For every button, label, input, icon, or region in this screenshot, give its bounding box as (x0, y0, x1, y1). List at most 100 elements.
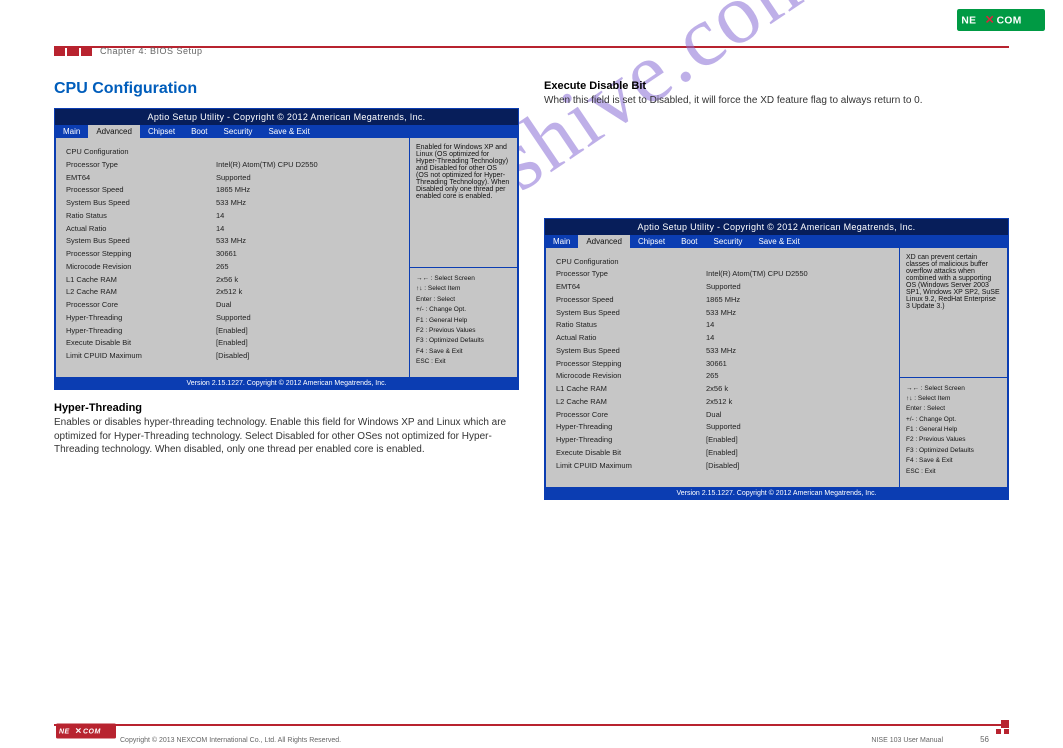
bios-body: CPU ConfigurationProcessor TypeIntel(R) … (545, 248, 1008, 488)
bios-key-hint: →← : Select Screen (416, 274, 511, 284)
bios-row-value: 533 MHz (216, 197, 246, 210)
field-name: Hyper-Threading (54, 402, 519, 414)
bios-row: Processor Speed1865 MHz (556, 294, 889, 307)
bios-row: Ratio Status14 (66, 210, 399, 223)
bios-row-value: 30661 (706, 358, 727, 371)
bios-key-hint: +/- : Change Opt. (906, 415, 1001, 425)
bios-tab-chipset[interactable]: Chipset (630, 235, 673, 248)
bios-row-key: System Bus Speed (556, 307, 706, 320)
bios-key-hint: F1 : General Help (416, 316, 511, 326)
bios-tab-boot[interactable]: Boot (673, 235, 705, 248)
page-content: CPU Configuration Aptio Setup Utility - … (54, 60, 1009, 708)
bios-row-value: [Enabled] (216, 325, 248, 338)
bios-tab-chipset[interactable]: Chipset (140, 125, 183, 138)
bios-row: EMT64Supported (66, 172, 399, 185)
bios-tab-advanced[interactable]: Advanced (578, 235, 630, 248)
nexcom-logo-small-icon: NE ✕ COM (56, 723, 116, 739)
bios-row: System Bus Speed533 MHz (556, 307, 889, 320)
product-name: NISE 103 User Manual (871, 737, 943, 744)
bios-row-key: L2 Cache RAM (556, 396, 706, 409)
bios-window-right: Aptio Setup Utility - Copyright © 2012 A… (544, 218, 1009, 500)
bios-tab-security[interactable]: Security (216, 125, 261, 138)
copyright-text: Copyright © 2013 NEXCOM International Co… (120, 737, 341, 744)
bios-row: Processor TypeIntel(R) Atom(TM) CPU D255… (66, 159, 399, 172)
bios-row-key: Hyper-Threading (556, 421, 706, 434)
bios-row: Processor Stepping30661 (66, 248, 399, 261)
bios-right-pane: Enabled for Windows XP and Linux (OS opt… (410, 138, 518, 378)
footer-logo: NE ✕ COM (56, 723, 116, 742)
svg-text:✕: ✕ (75, 727, 82, 736)
bios-tab-advanced[interactable]: Advanced (88, 125, 140, 138)
bios-title: Aptio Setup Utility - Copyright © 2012 A… (55, 109, 518, 125)
bios-row-value: 2x56 k (216, 274, 238, 287)
bios-row-key: System Bus Speed (66, 197, 216, 210)
bios-row: System Bus Speed533 MHz (66, 197, 399, 210)
bios-key-hint: F4 : Save & Exit (416, 347, 511, 357)
svg-text:NE: NE (59, 729, 70, 736)
bios-row-value: [Disabled] (216, 350, 249, 363)
bios-tabs: Main Advanced Chipset Boot Security Save… (55, 125, 518, 138)
bios-row-key: Limit CPUID Maximum (556, 460, 706, 473)
bios-row-value: 533 MHz (706, 307, 736, 320)
bios-row-key: System Bus Speed (66, 235, 216, 248)
bios-row-key: L2 Cache RAM (66, 286, 216, 299)
field-name: Execute Disable Bit (544, 80, 1009, 92)
bios-row-value: 2x512 k (706, 396, 732, 409)
bios-key-hint: ESC : Exit (906, 467, 1001, 477)
bios-row-value: 1865 MHz (706, 294, 740, 307)
bios-key-hint: →← : Select Screen (906, 384, 1001, 394)
bios-row-value: Dual (216, 299, 231, 312)
bios-row: Hyper-ThreadingSupported (556, 421, 889, 434)
bios-row-value: Supported (216, 312, 251, 325)
brand-logo: NE ✕ COM (957, 8, 1045, 37)
svg-text:NE: NE (961, 16, 976, 27)
bios-row: L2 Cache RAM2x512 k (66, 286, 399, 299)
bios-row-key: Processor Type (556, 268, 706, 281)
bios-row-value: Intel(R) Atom(TM) CPU D2550 (706, 268, 808, 281)
bios-row-key: Processor Type (66, 159, 216, 172)
bios-row-key: Processor Speed (556, 294, 706, 307)
bios-tab-main[interactable]: Main (545, 235, 578, 248)
bios-body: CPU ConfigurationProcessor TypeIntel(R) … (55, 138, 518, 378)
bios-row-key: Hyper-Threading (66, 312, 216, 325)
bios-row: L2 Cache RAM2x512 k (556, 396, 889, 409)
bios-footer: Version 2.15.1227. Copyright © 2012 Amer… (55, 378, 518, 389)
page-number: 56 (980, 735, 989, 744)
bios-row-value: [Enabled] (216, 337, 248, 350)
bios-row-value: 30661 (216, 248, 237, 261)
bios-tab-boot[interactable]: Boot (183, 125, 215, 138)
chapter-label: Chapter 4: BIOS Setup (100, 46, 203, 56)
bios-row: Processor Stepping30661 (556, 358, 889, 371)
bios-row: Hyper-Threading[Enabled] (556, 434, 889, 447)
bios-tab-main[interactable]: Main (55, 125, 88, 138)
bios-row-key: Processor Speed (66, 184, 216, 197)
svg-text:COM: COM (83, 729, 101, 736)
bios-row-key: Processor Stepping (556, 358, 706, 371)
bios-key-hint: F2 : Previous Values (906, 435, 1001, 445)
bios-footer: Version 2.15.1227. Copyright © 2012 Amer… (545, 488, 1008, 499)
bios-key-hint: Enter : Select (416, 295, 511, 305)
bios-key-hint: F3 : Optimized Defaults (906, 446, 1001, 456)
bios-row-key: Hyper-Threading (556, 434, 706, 447)
bios-key-hint: F3 : Optimized Defaults (416, 336, 511, 346)
bios-tab-save-exit[interactable]: Save & Exit (750, 235, 807, 248)
bios-row-value: 14 (706, 332, 714, 345)
bios-row-key: Execute Disable Bit (556, 447, 706, 460)
bios-row: Ratio Status14 (556, 319, 889, 332)
bios-key-hint: ESC : Exit (416, 357, 511, 367)
bios-row-key: Processor Core (66, 299, 216, 312)
bios-tab-security[interactable]: Security (706, 235, 751, 248)
bios-key-help: →← : Select Screen↑↓ : Select ItemEnter … (410, 268, 518, 378)
bios-row-key: Ratio Status (66, 210, 216, 223)
bios-row-key: CPU Configuration (556, 256, 706, 269)
bios-row-value: Supported (216, 172, 251, 185)
bios-row-value: [Enabled] (706, 434, 738, 447)
bios-row: Execute Disable Bit[Enabled] (556, 447, 889, 460)
bios-main-pane: CPU ConfigurationProcessor TypeIntel(R) … (545, 248, 900, 488)
bios-key-hint: +/- : Change Opt. (416, 305, 511, 315)
bios-row: Processor CoreDual (66, 299, 399, 312)
bios-row: CPU Configuration (556, 256, 889, 269)
bios-tab-save-exit[interactable]: Save & Exit (260, 125, 317, 138)
bios-row: Microcode Revision265 (556, 370, 889, 383)
bios-row: EMT64Supported (556, 281, 889, 294)
